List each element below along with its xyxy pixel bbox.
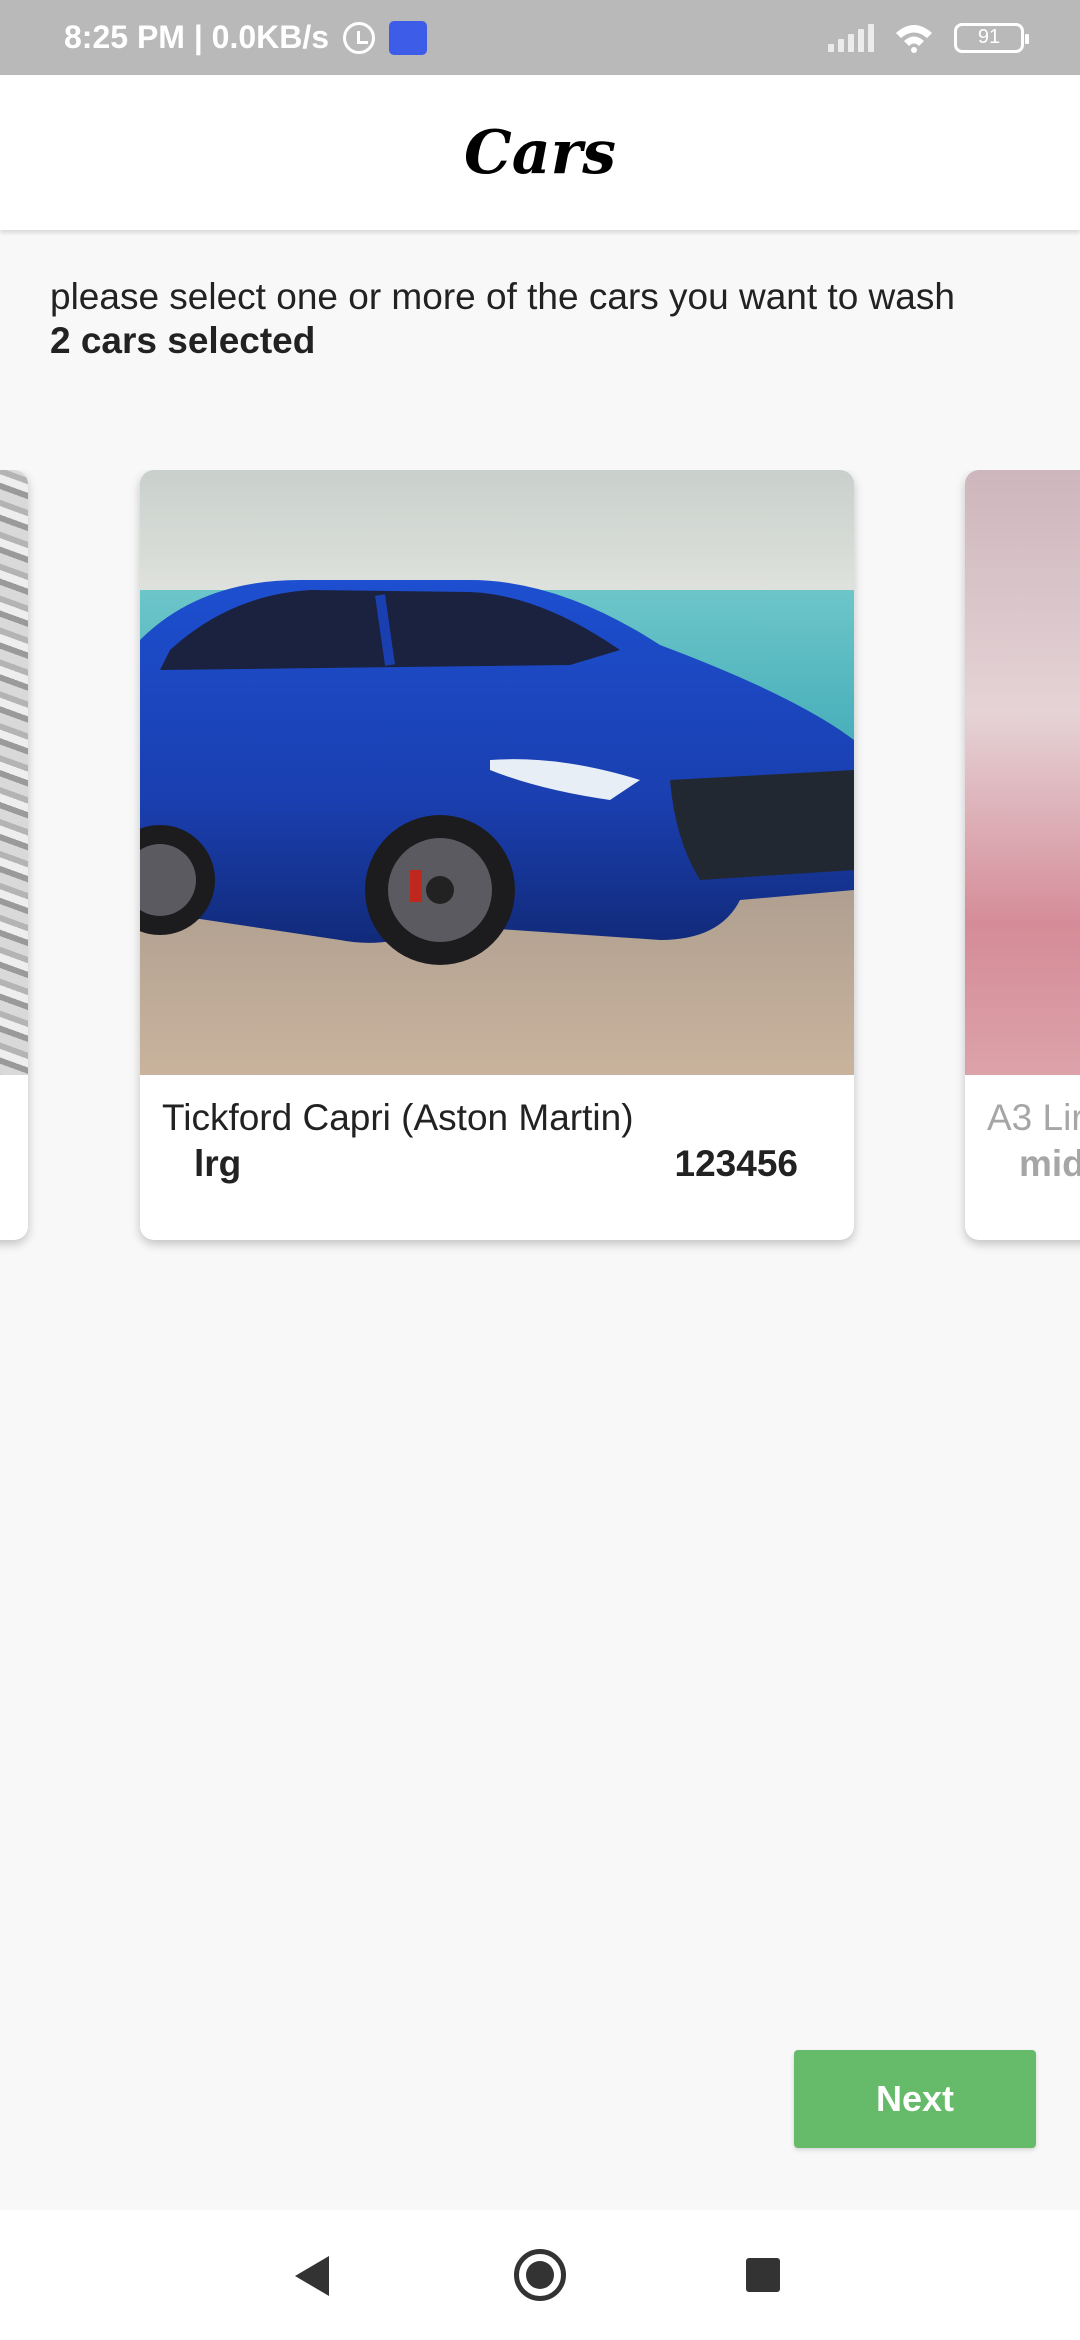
- car-card-next[interactable]: A3 Lir mid: [965, 470, 1080, 1240]
- status-time: 8:25 PM | 0.0KB/s: [64, 19, 330, 55]
- status-left: 8:25 PM | 0.0KB/s: [64, 19, 428, 56]
- car-size: mid: [1019, 1143, 1080, 1184]
- home-icon[interactable]: [514, 2249, 566, 2301]
- app-header: Cars: [0, 75, 1080, 230]
- page-title: Cars: [463, 117, 617, 188]
- car-image: [140, 470, 854, 1075]
- navigation-bar: [0, 2210, 1080, 2340]
- recents-icon[interactable]: [746, 2258, 780, 2292]
- status-right: 91: [828, 22, 1029, 53]
- selected-count: 2 cars selected: [50, 320, 316, 361]
- battery-icon: 91: [954, 22, 1029, 53]
- signal-icon: [828, 23, 874, 52]
- car-name: A3 Lir: [987, 1097, 1080, 1138]
- car-image: [965, 470, 1080, 1075]
- wifi-icon: [896, 24, 932, 53]
- battery-level: 91: [977, 26, 1001, 48]
- back-icon[interactable]: [295, 2256, 329, 2296]
- app-notification-icon: [389, 20, 428, 55]
- instruction-text: please select one or more of the cars yo…: [50, 276, 955, 317]
- next-button[interactable]: Next: [794, 2050, 1036, 2148]
- car-name: Tickford Capri (Aston Martin): [162, 1097, 634, 1138]
- car-card-body: A3 Lir mid: [965, 1075, 1080, 1240]
- car-size: lrg: [194, 1143, 242, 1184]
- car-image: [0, 470, 28, 1075]
- car-card-body: [0, 1075, 28, 1240]
- car-plate: 123456: [674, 1143, 798, 1184]
- car-card-previous[interactable]: [0, 470, 28, 1240]
- car-card-body: Tickford Capri (Aston Martin) lrg 123456: [140, 1075, 854, 1240]
- status-bar: 8:25 PM | 0.0KB/s 91: [0, 0, 1080, 75]
- alarm-icon: [343, 21, 376, 54]
- car-card-selected[interactable]: Tickford Capri (Aston Martin) lrg 123456: [140, 470, 854, 1240]
- cars-carousel[interactable]: Tickford Capri (Aston Martin) lrg 123456…: [0, 470, 1080, 1260]
